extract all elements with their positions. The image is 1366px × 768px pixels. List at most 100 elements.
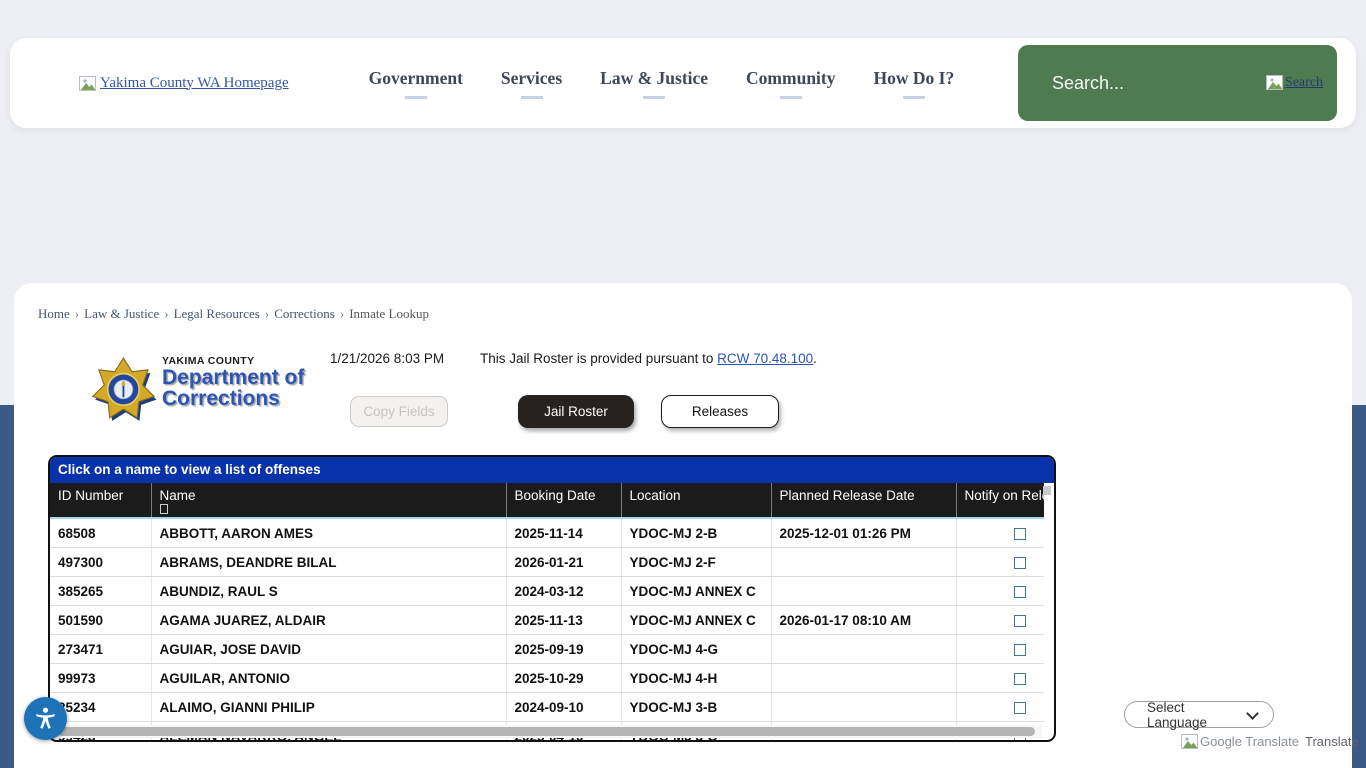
- column-header-id-number[interactable]: ID Number: [50, 483, 151, 518]
- nav-underline: [903, 96, 925, 99]
- copy-fields-button[interactable]: Copy Fields: [350, 396, 448, 427]
- column-label: Notify on Release: [965, 488, 1045, 503]
- notify-checkbox[interactable]: [1014, 644, 1026, 656]
- column-header-booking-date[interactable]: Booking Date: [506, 483, 621, 518]
- cell-location: YDOC-MJ ANNEX C: [621, 577, 771, 606]
- sort-placeholder-glyph: [160, 504, 168, 514]
- breadcrumb-separator: ›: [340, 306, 344, 321]
- nav-item-law-justice[interactable]: Law & Justice: [600, 68, 708, 99]
- language-select-label: Select Language: [1147, 700, 1248, 730]
- cell-inmate-name-link[interactable]: AGAMA JUAREZ, ALDAIR: [151, 606, 506, 635]
- notify-checkbox[interactable]: [1014, 673, 1026, 685]
- vertical-scrollbar[interactable]: [1043, 486, 1051, 495]
- breadcrumb-separator: ›: [164, 306, 168, 321]
- cell-notify-on-release: [956, 548, 1044, 577]
- cell-booking-date: 2024-09-10: [506, 693, 621, 722]
- broken-image-icon: [79, 76, 96, 91]
- cell-location: YDOC-MJ ANNEX C: [621, 606, 771, 635]
- cell-booking-date: 2024-03-12: [506, 577, 621, 606]
- language-select[interactable]: Select Language: [1124, 701, 1274, 728]
- notify-checkbox[interactable]: [1014, 528, 1026, 540]
- column-header-location[interactable]: Location: [621, 483, 771, 518]
- cell-inmate-name-link[interactable]: ABBOTT, AARON AMES: [151, 518, 506, 548]
- nav-label: Services: [501, 68, 562, 89]
- cell-notify-on-release: [956, 518, 1044, 548]
- notify-checkbox[interactable]: [1014, 702, 1026, 714]
- nav-item-services[interactable]: Services: [501, 68, 562, 99]
- table-row: 501590AGAMA JUAREZ, ALDAIR2025-11-13YDOC…: [50, 606, 1044, 635]
- sheriff-badge-icon: [92, 353, 158, 429]
- cell-booking-date: 2026-01-21: [506, 548, 621, 577]
- notice-text: This Jail Roster is provided pursuant to: [480, 351, 717, 366]
- breadcrumb-separator: ›: [265, 306, 269, 321]
- nav-item-how-do-i[interactable]: How Do I?: [874, 68, 955, 99]
- search-button[interactable]: Search: [1266, 75, 1323, 91]
- nav-item-community[interactable]: Community: [746, 68, 835, 99]
- cell-planned-release-date: [771, 693, 956, 722]
- cell-inmate-name-link[interactable]: AGUIAR, JOSE DAVID: [151, 635, 506, 664]
- roster-timestamp: 1/21/2026 8:03 PM: [330, 351, 444, 366]
- broken-image-icon: [1181, 734, 1198, 749]
- horizontal-scrollbar-thumb[interactable]: [57, 727, 1035, 736]
- accessibility-person-icon: [32, 705, 59, 732]
- inmate-roster-table: Click on a name to view a list of offens…: [48, 455, 1056, 742]
- cell-notify-on-release: [956, 577, 1044, 606]
- content-panel: Home › Law & Justice › Legal Resources › Corre…: [14, 283, 1352, 768]
- breadcrumb-home[interactable]: Home: [38, 306, 70, 321]
- doc-logo-text: YAKIMA COUNTY Department of Corrections: [162, 355, 304, 409]
- cell-location: YDOC-MJ 2-B: [621, 518, 771, 548]
- column-label: Location: [630, 488, 681, 503]
- site-logo-alt-text: Yakima County WA Homepage: [100, 75, 289, 92]
- notify-checkbox[interactable]: [1014, 557, 1026, 569]
- nav-label: Law & Justice: [600, 68, 708, 89]
- cell-id-number: 385265: [50, 577, 151, 606]
- cell-location: YDOC-MJ 2-F: [621, 548, 771, 577]
- site-header: Yakima County WA Homepage Government Ser…: [10, 38, 1356, 128]
- nav-label: How Do I?: [874, 68, 955, 89]
- column-header-name[interactable]: Name: [151, 483, 506, 518]
- google-translate-alt-text: Google Translate: [1200, 734, 1299, 749]
- doc-dept-line2: Corrections: [162, 388, 304, 409]
- column-header-planned-release-date[interactable]: Planned Release Date: [771, 483, 956, 518]
- cell-booking-date: 2025-09-19: [506, 635, 621, 664]
- accessibility-button[interactable]: [24, 697, 67, 740]
- notify-checkbox[interactable]: [1014, 586, 1026, 598]
- breadcrumb-legal-resources[interactable]: Legal Resources: [174, 306, 260, 321]
- cell-planned-release-date: [771, 548, 956, 577]
- breadcrumb-corrections[interactable]: Corrections: [274, 306, 335, 321]
- cell-notify-on-release: [956, 606, 1044, 635]
- column-header-notify-on-release[interactable]: Notify on Release: [956, 483, 1044, 518]
- roster-notice: This Jail Roster is provided pursuant to…: [480, 351, 817, 366]
- cell-inmate-name-link[interactable]: AGUILAR, ANTONIO: [151, 664, 506, 693]
- table-row: 273471AGUIAR, JOSE DAVID2025-09-19YDOC-M…: [50, 635, 1044, 664]
- doc-dept-line1: Department of: [162, 367, 304, 388]
- translate-label: Translate: [1305, 734, 1359, 749]
- site-logo-link[interactable]: Yakima County WA Homepage: [79, 75, 289, 92]
- cell-inmate-name-link[interactable]: ABUNDIZ, RAUL S: [151, 577, 506, 606]
- jail-roster-button[interactable]: Jail Roster: [518, 395, 634, 428]
- search-box: Search: [1018, 45, 1337, 121]
- search-input[interactable]: [1050, 72, 1266, 95]
- breadcrumb-law-justice[interactable]: Law & Justice: [84, 306, 159, 321]
- horizontal-scrollbar-track[interactable]: [52, 725, 1042, 738]
- rcw-link[interactable]: RCW 70.48.100: [717, 351, 813, 366]
- nav-item-government[interactable]: Government: [369, 68, 463, 99]
- cell-inmate-name-link[interactable]: ALAIMO, GIANNI PHILIP: [151, 693, 506, 722]
- broken-image-icon: [1266, 75, 1283, 90]
- notify-checkbox[interactable]: [1014, 615, 1026, 627]
- department-of-corrections-logo: YAKIMA COUNTY Department of Corrections: [92, 353, 304, 429]
- column-label: Planned Release Date: [780, 488, 915, 503]
- table-row: 99973AGUILAR, ANTONIO2025-10-29YDOC-MJ 4…: [50, 664, 1044, 693]
- cell-notify-on-release: [956, 635, 1044, 664]
- chevron-down-icon: [1246, 707, 1259, 720]
- cell-booking-date: 2025-10-29: [506, 664, 621, 693]
- cell-inmate-name-link[interactable]: ABRAMS, DEANDRE BILAL: [151, 548, 506, 577]
- breadcrumb-current-inmate-lookup: Inmate Lookup: [349, 306, 429, 321]
- cell-booking-date: 2025-11-13: [506, 606, 621, 635]
- cell-planned-release-date: 2025-12-01 01:26 PM: [771, 518, 956, 548]
- releases-button[interactable]: Releases: [661, 395, 779, 428]
- cell-id-number: 68508: [50, 518, 151, 548]
- notice-period: .: [813, 351, 817, 366]
- nav-label: Community: [746, 68, 835, 89]
- column-label: ID Number: [58, 488, 123, 503]
